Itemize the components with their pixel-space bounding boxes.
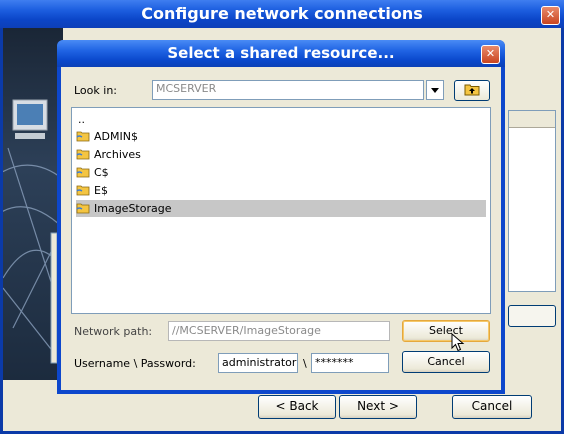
shared-folder-icon xyxy=(76,149,90,160)
dialog-title: Select a shared resource... xyxy=(57,40,505,67)
file-name: E$ xyxy=(94,184,108,197)
credentials-separator: \ xyxy=(303,357,307,370)
shared-folder-icon xyxy=(76,167,90,178)
dialog-close-button[interactable]: ✕ xyxy=(481,45,500,64)
shared-folder-icon xyxy=(76,203,90,214)
up-folder-button[interactable] xyxy=(454,80,490,101)
file-list-item-parent[interactable]: .. xyxy=(76,111,486,128)
outer-window-title: Configure network connections xyxy=(0,0,564,28)
file-list[interactable]: .. ADMIN$ Archives C$ E$ ImageStorage xyxy=(71,107,491,314)
look-in-combo[interactable]: MCSERVER xyxy=(152,80,424,100)
file-list-item-e[interactable]: E$ xyxy=(76,182,486,199)
file-list-item-c[interactable]: C$ xyxy=(76,164,486,181)
file-list-item-archives[interactable]: Archives xyxy=(76,146,486,163)
look-in-dropdown-button[interactable] xyxy=(426,80,444,100)
file-list-item-admin[interactable]: ADMIN$ xyxy=(76,128,486,145)
mouse-cursor-icon xyxy=(451,333,465,352)
file-list-item-imagestorage[interactable]: ImageStorage xyxy=(76,200,486,217)
network-path-value: //MCSERVER/ImageStorage xyxy=(172,324,321,337)
username-field[interactable]: administrator xyxy=(218,353,298,373)
select-shared-resource-dialog: Select a shared resource... ✕ Look in: M… xyxy=(57,40,505,394)
outer-close-button[interactable]: ✕ xyxy=(541,6,560,25)
shared-folder-icon xyxy=(76,185,90,196)
look-in-label: Look in: xyxy=(74,84,117,97)
password-value: ******* xyxy=(315,356,354,369)
shared-folder-icon xyxy=(76,131,90,142)
username-value: administrator xyxy=(222,356,297,369)
network-path-label: Network path: xyxy=(74,325,153,338)
password-field[interactable]: ******* xyxy=(311,353,389,373)
wizard-side-graphic xyxy=(3,28,63,380)
outer-list-view xyxy=(508,110,556,292)
file-name: C$ xyxy=(94,166,109,179)
file-name: ADMIN$ xyxy=(94,130,138,143)
file-name: Archives xyxy=(94,148,141,161)
outer-cancel-button[interactable]: Cancel xyxy=(452,395,532,419)
outer-side-button[interactable] xyxy=(508,305,556,327)
file-name: .. xyxy=(78,113,85,126)
dialog-body: Look in: MCSERVER .. ADMIN$ Archives C$ … xyxy=(61,67,501,390)
back-button[interactable]: < Back xyxy=(258,395,336,419)
select-button[interactable]: Select xyxy=(402,320,490,342)
look-in-value: MCSERVER xyxy=(156,82,217,95)
credentials-label: Username \ Password: xyxy=(74,357,196,370)
dialog-cancel-button[interactable]: Cancel xyxy=(402,351,490,373)
network-path-field: //MCSERVER/ImageStorage xyxy=(168,321,390,341)
next-button[interactable]: Next > xyxy=(339,395,417,419)
up-folder-icon xyxy=(464,84,480,96)
file-name: ImageStorage xyxy=(94,202,172,215)
